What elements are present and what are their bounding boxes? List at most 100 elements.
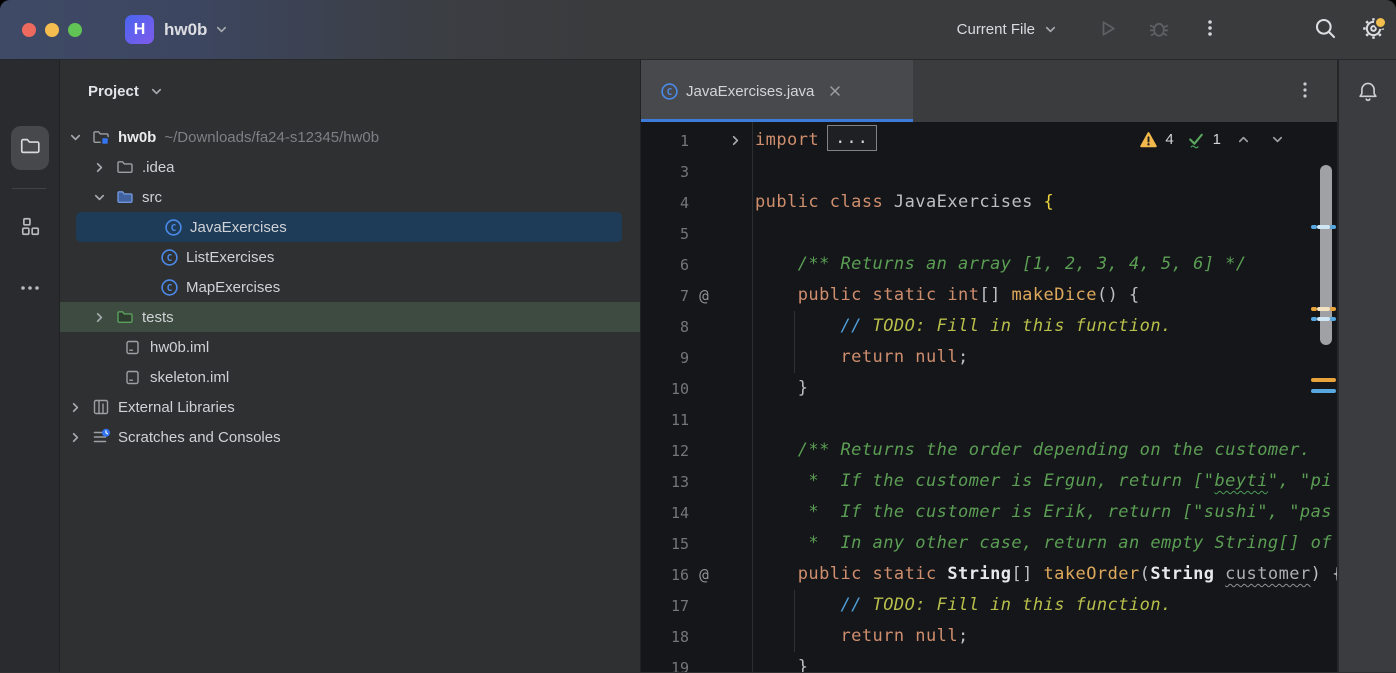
code-text: public class JavaExercises {	[752, 187, 1054, 218]
line-number: 4	[641, 194, 689, 212]
tree-chevron-right-icon[interactable]	[92, 310, 116, 325]
project-view-chevron-icon[interactable]	[149, 84, 164, 99]
project-name[interactable]: hw0b	[164, 20, 207, 40]
code-editor[interactable]: 1 import... 3 4 public class JavaExercises {…	[641, 122, 1337, 672]
close-window-button[interactable]	[22, 23, 36, 37]
project-folder-icon	[19, 135, 41, 162]
tree-chevron-right-icon[interactable]	[68, 430, 92, 445]
structure-tool-window-button[interactable]	[14, 216, 46, 242]
search-everywhere-button[interactable]	[1313, 16, 1338, 44]
ide-window: H hw0b Current File Project	[0, 0, 1396, 673]
line-number: 5	[641, 225, 689, 243]
typo-count: 1	[1213, 131, 1221, 148]
tree-label: tests	[142, 309, 174, 326]
tree-label: .idea	[142, 159, 175, 176]
project-panel-header[interactable]: Project	[60, 60, 640, 122]
debug-button[interactable]	[1147, 16, 1171, 43]
tree-row-external-libraries[interactable]: External Libraries	[60, 392, 640, 422]
project-badge[interactable]: H	[125, 15, 154, 44]
folder-src-icon	[116, 188, 138, 206]
inspections-widget[interactable]: 4 1	[1139, 130, 1285, 149]
bug-icon	[1147, 16, 1171, 43]
code-line-5: 5	[641, 218, 1337, 249]
tab-javaexercises[interactable]: C JavaExercises.java	[641, 60, 913, 122]
scratches-icon	[92, 428, 114, 447]
traffic-lights	[22, 23, 82, 37]
titlebar-right-group: Current File	[957, 15, 1396, 45]
titlebar: H hw0b Current File	[0, 0, 1396, 60]
minimize-window-button[interactable]	[45, 23, 59, 37]
code-line-4: 4 public class JavaExercises {	[641, 187, 1337, 218]
tab-label: JavaExercises.java	[686, 83, 814, 100]
warning-count: 4	[1165, 131, 1173, 148]
tab-options-button[interactable]	[1297, 80, 1313, 105]
tree-label: External Libraries	[118, 399, 235, 416]
next-problem-button[interactable]	[1270, 132, 1285, 147]
line-number: 13	[641, 473, 689, 491]
file-iml-icon	[124, 369, 146, 386]
bell-icon	[1356, 91, 1380, 108]
line-number: 19	[641, 659, 689, 673]
line-number: 1	[641, 132, 689, 150]
tree-chevron-down-icon[interactable]	[92, 190, 116, 205]
warning-icon	[1139, 131, 1158, 149]
more-actions-button[interactable]	[1201, 17, 1219, 42]
structure-icon	[20, 216, 41, 242]
annotation-gutter-icon: @	[689, 286, 719, 305]
tree-row-src[interactable]: src	[60, 182, 640, 212]
more-tool-windows-button[interactable]	[13, 278, 47, 300]
tree-row-hw0b[interactable]: hw0b~/Downloads/fa24-s12345/hw0b	[60, 122, 640, 152]
run-configuration-chevron-icon[interactable]	[1043, 22, 1058, 37]
code-line-14: 14 * If the customer is Erik, return ["s…	[641, 497, 1337, 528]
prev-problem-button[interactable]	[1236, 132, 1251, 147]
code-text: // TODO: Fill in this function.	[752, 311, 1172, 342]
tree-row-hw0b-iml[interactable]: hw0b.iml	[60, 332, 640, 362]
tree-chevron-right-icon[interactable]	[92, 160, 116, 175]
scrollbar-blue-mark	[1311, 389, 1336, 393]
code-text: return null;	[752, 621, 969, 652]
code-text: /** Returns an array [1, 2, 3, 4, 5, 6] …	[752, 249, 1247, 280]
tree-chevron-right-icon[interactable]	[68, 400, 92, 415]
project-menu-chevron-icon[interactable]	[214, 22, 229, 37]
run-configuration-selector[interactable]: Current File	[957, 21, 1035, 38]
code-text: public static int[] makeDice() {	[752, 280, 1140, 311]
line-number: 12	[641, 442, 689, 460]
tree-row-javaexercises[interactable]: CJavaExercises	[76, 212, 622, 242]
typo-check-icon	[1186, 130, 1206, 149]
fold-chevron-icon[interactable]	[719, 133, 752, 148]
tree-row-scratches-and-consoles[interactable]: Scratches and Consoles	[60, 422, 640, 452]
run-button[interactable]	[1096, 17, 1119, 43]
code-text: import...	[752, 125, 877, 156]
line-number: 10	[641, 380, 689, 398]
zoom-window-button[interactable]	[68, 23, 82, 37]
folded-import-region[interactable]: ...	[827, 125, 877, 151]
java-class-icon: C	[660, 82, 684, 101]
project-panel: Project hw0b~/Downloads/fa24-s12345/hw0b…	[60, 60, 641, 672]
tree-row--idea[interactable]: .idea	[60, 152, 640, 182]
tree-row-mapexercises[interactable]: CMapExercises	[60, 272, 640, 302]
project-tool-window-button[interactable]	[11, 126, 49, 170]
tree-row-listexercises[interactable]: C ListExercises	[60, 242, 640, 272]
tree-row-skeleton-iml[interactable]: skeleton.iml	[60, 362, 640, 392]
scrollbar-blue-mark	[1311, 225, 1336, 229]
folder-test-icon	[116, 308, 138, 326]
line-number: 3	[641, 163, 689, 181]
scrollbar-blue-mark	[1311, 317, 1336, 321]
notifications-button[interactable]	[1356, 80, 1380, 109]
tree-chevron-down-icon[interactable]	[68, 130, 92, 145]
scrollbar-orange-mark	[1311, 378, 1336, 382]
file-iml-icon	[124, 339, 146, 356]
close-tab-icon[interactable]	[828, 84, 842, 98]
tree-label: ListExercises	[186, 249, 274, 266]
svg-text:C: C	[167, 253, 173, 264]
tree-row-tests[interactable]: tests	[60, 302, 640, 332]
svg-text:C: C	[167, 283, 173, 294]
settings-button[interactable]	[1360, 15, 1387, 45]
line-number: 16	[641, 566, 689, 584]
code-text: }	[752, 373, 808, 404]
code-line-3: 3	[641, 156, 1337, 187]
left-tool-stripe	[0, 60, 60, 672]
code-line-18: 18 return null;	[641, 621, 1337, 652]
line-number: 17	[641, 597, 689, 615]
code-line-12: 12 /** Returns the order depending on th…	[641, 435, 1337, 466]
